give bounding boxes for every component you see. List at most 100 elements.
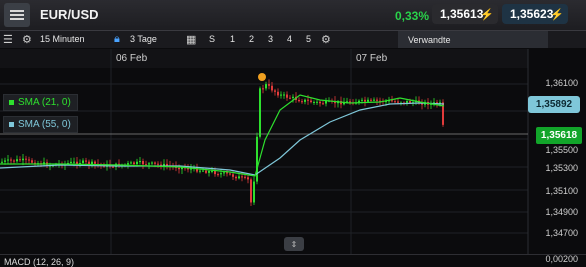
lock-icon[interactable]: 🔒︎ xyxy=(114,33,120,46)
candle-body xyxy=(235,176,237,179)
zoom-2[interactable]: 2 xyxy=(249,34,254,44)
candle-body xyxy=(268,84,270,86)
candle-body xyxy=(298,100,300,102)
candle-body xyxy=(259,88,261,137)
hamburger-icon xyxy=(10,10,24,20)
macd-label: MACD (12, 26, 9) xyxy=(4,257,75,267)
candle-body xyxy=(19,159,21,161)
candle-body xyxy=(28,159,30,161)
sma-price-tag: 1,35892 xyxy=(528,96,580,113)
candle-body xyxy=(16,159,18,162)
current-price-tag: 1,35618 xyxy=(536,127,582,144)
sell-quote-button[interactable]: 1,35613 ⚡ xyxy=(432,4,498,24)
candle-body xyxy=(232,174,234,177)
candle-body xyxy=(70,161,72,164)
candle-body xyxy=(199,170,201,172)
candle-body xyxy=(292,96,294,98)
candle-body xyxy=(316,101,318,103)
candle-body xyxy=(13,160,15,162)
buy-quote-button[interactable]: 1,35623 ⚡ xyxy=(502,4,568,24)
candle-body xyxy=(229,173,231,175)
candle-body xyxy=(406,101,408,103)
zoom-1[interactable]: 1 xyxy=(230,34,235,44)
candle-body xyxy=(202,170,204,172)
sma-55-swatch xyxy=(9,122,14,127)
zoom-5[interactable]: 5 xyxy=(306,34,311,44)
chevron-updown-icon: ⇕ xyxy=(290,239,298,249)
candle-body xyxy=(307,99,309,101)
calendar-icon[interactable]: ▦ xyxy=(186,33,196,46)
candle-body xyxy=(22,158,24,161)
candle-body xyxy=(7,159,9,161)
candle-body xyxy=(241,176,243,178)
candle-body xyxy=(310,100,312,103)
sma-21-swatch xyxy=(9,100,14,105)
candle-body xyxy=(136,161,138,165)
candle-body xyxy=(280,94,282,96)
candle-body xyxy=(130,162,132,164)
menu-button[interactable] xyxy=(4,3,30,27)
candle-body xyxy=(211,170,213,172)
candle-body xyxy=(157,163,159,165)
candle-body xyxy=(238,176,240,179)
candle-body xyxy=(148,163,150,165)
candle-body xyxy=(364,99,366,102)
candle-body xyxy=(151,162,153,164)
event-marker xyxy=(258,73,266,81)
candle-body xyxy=(277,91,279,96)
candle-body xyxy=(226,172,228,174)
range-select[interactable]: 3 Tage xyxy=(130,34,157,44)
candle-body xyxy=(178,167,180,170)
gear-icon[interactable]: ⚙ xyxy=(321,33,331,46)
price-label: 0,00200 xyxy=(545,254,578,264)
candle-body xyxy=(4,160,6,162)
candle-body xyxy=(139,161,141,163)
gear-icon[interactable]: ⚙ xyxy=(22,33,32,46)
indicator-sma-21[interactable]: SMA (21, 0) xyxy=(3,94,78,111)
candle-body xyxy=(1,161,3,163)
candle-body xyxy=(112,166,114,168)
candle-body xyxy=(82,160,84,163)
candle-body xyxy=(205,170,207,173)
candle-body xyxy=(73,161,75,163)
candle-body xyxy=(262,88,264,90)
candle-body xyxy=(301,101,303,103)
candle-body xyxy=(313,101,315,103)
candle-body xyxy=(154,162,156,164)
zoom-S[interactable]: S xyxy=(209,34,215,44)
bid-price: 1,35613 xyxy=(440,7,484,21)
candle-body xyxy=(271,85,273,91)
candle-body xyxy=(244,176,246,178)
candle-body xyxy=(223,172,225,174)
price-label: 1,34900 xyxy=(545,207,578,217)
candle-body xyxy=(133,162,135,165)
candle-body xyxy=(322,103,324,105)
candle-body xyxy=(10,159,12,161)
candle-body xyxy=(253,181,255,203)
candle-body xyxy=(91,161,93,165)
candle-body xyxy=(409,101,411,103)
pane-resize-button[interactable]: ⇕ xyxy=(284,237,304,251)
related-label: Verwandte xyxy=(408,35,451,45)
price-chart[interactable] xyxy=(0,49,586,264)
candle-body xyxy=(283,94,285,96)
indicator-label: SMA (55, 0) xyxy=(18,119,71,130)
candle-body xyxy=(289,97,291,99)
candle-body xyxy=(142,161,144,165)
change-percent: 0,33% xyxy=(395,9,430,23)
zoom-4[interactable]: 4 xyxy=(287,34,292,44)
related-button[interactable]: Verwandte xyxy=(398,31,548,48)
indicator-sma-55[interactable]: SMA (55, 0) xyxy=(3,116,78,133)
candle-body xyxy=(214,170,216,175)
candle-body xyxy=(286,94,288,98)
candle-body xyxy=(88,161,90,165)
zoom-3[interactable]: 3 xyxy=(268,34,273,44)
bolt-up-icon: ⚡ xyxy=(550,9,564,21)
pane-divider[interactable] xyxy=(0,254,586,255)
candle-body xyxy=(247,177,249,180)
list-icon[interactable]: ☰ xyxy=(3,33,13,46)
candle-body xyxy=(391,100,393,102)
ask-price: 1,35623 xyxy=(510,7,554,21)
interval-select[interactable]: 15 Minuten xyxy=(40,34,85,44)
candle-body xyxy=(250,179,252,203)
